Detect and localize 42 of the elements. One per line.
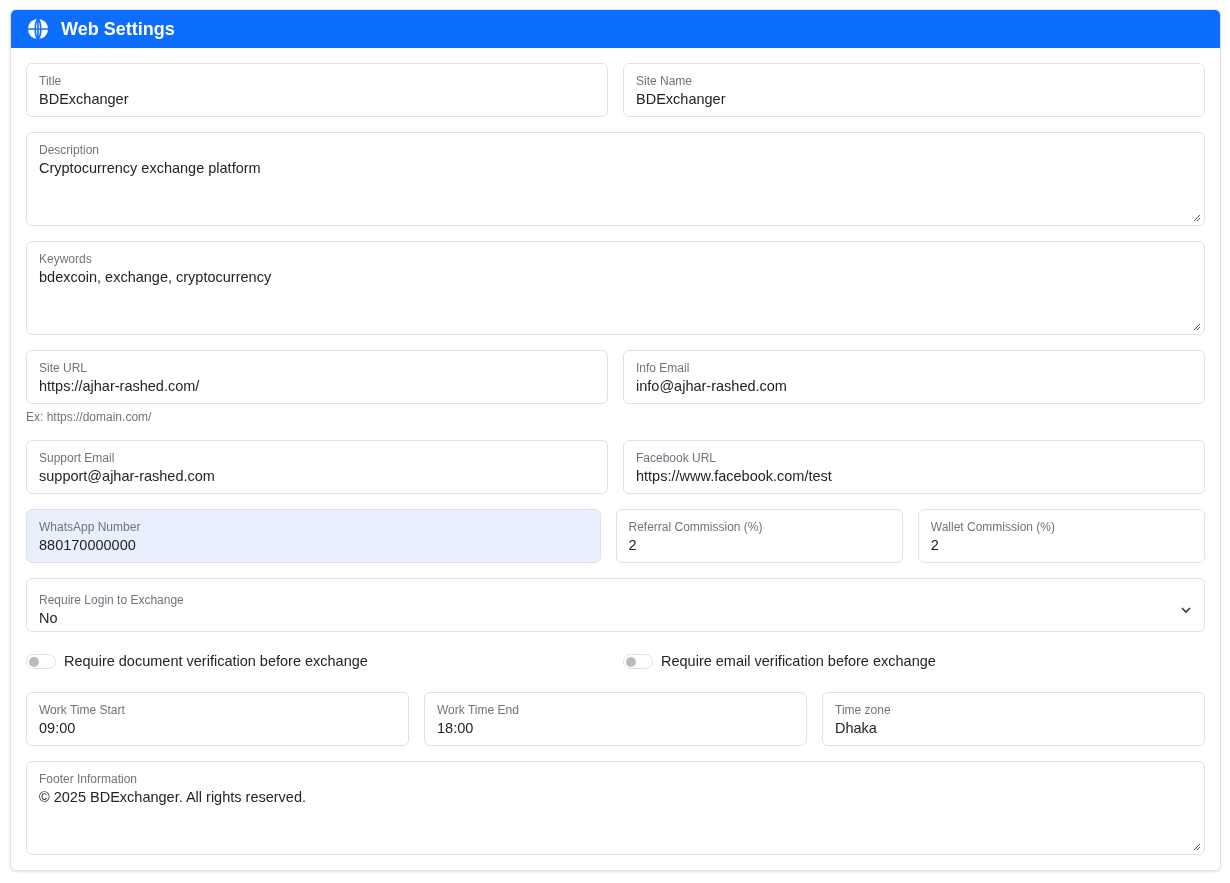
field-label: Title (39, 73, 63, 89)
input-field[interactable]: Support Email support@ajhar-rashed.com (26, 440, 608, 494)
toggle-switch[interactable] (623, 654, 653, 670)
resize-handle-icon[interactable] (1193, 842, 1201, 851)
field-label: Footer Information (39, 770, 139, 787)
field-label: Facebook URL (636, 450, 718, 466)
toggle-switch[interactable] (26, 654, 56, 670)
field-label: Description (39, 142, 101, 158)
resize-handle-icon[interactable] (1193, 214, 1201, 222)
text-area[interactable]: Keywords bdexcoin, exchange, cryptocurrency (26, 241, 1205, 335)
input-field[interactable]: Work Time End 18:00 (424, 691, 807, 746)
help-text: Ex: https://domain.com/ (26, 409, 153, 425)
field-label: Keywords (39, 251, 93, 267)
input-field[interactable]: Info Email info@ajhar-rashed.com (623, 350, 1205, 404)
field-label: Site URL (39, 360, 89, 376)
toggle-label: Require document verification before exchange (64, 652, 368, 671)
card-title: Web Settings (61, 17, 175, 41)
field-label: Require Login to Exchange (39, 591, 184, 608)
field-label: Work Time Start (39, 701, 126, 718)
globe-icon (27, 18, 49, 40)
field-label: Wallet Commission (%) (930, 519, 1056, 535)
input-field[interactable]: WhatsApp Number 880170000000 (26, 509, 601, 563)
field-label: Site Name (636, 73, 694, 89)
field-label: Info Email (636, 360, 691, 376)
input-field[interactable]: Referral Commission (%) 2 (615, 509, 903, 563)
text-area[interactable]: Description Cryptocurrency exchange platform (26, 132, 1205, 226)
input-field[interactable]: Site Name BDExchanger (623, 63, 1205, 117)
field-label: Referral Commission (%) (628, 519, 764, 535)
text-area[interactable]: Footer Information © 2025 BDExchanger. All rights reserved. (26, 760, 1205, 855)
input-field[interactable]: Facebook URL https://www.facebook.com/test (623, 440, 1205, 494)
field-label: WhatsApp Number (39, 519, 142, 535)
field-label: Time zone (835, 701, 892, 718)
field-label: Support Email (39, 450, 116, 466)
field-label: Work Time End (437, 701, 520, 718)
input-field[interactable]: Title BDExchanger (26, 63, 608, 117)
input-field[interactable]: Work Time Start 09:00 (26, 691, 409, 746)
input-field[interactable]: Wallet Commission (%) 2 (917, 509, 1205, 563)
input-field[interactable]: Time zone Dhaka (822, 691, 1205, 746)
input-field[interactable]: Site URL https://ajhar-rashed.com/ (26, 350, 608, 404)
resize-handle-icon[interactable] (1193, 323, 1201, 331)
toggle-label: Require email verification before exchange (661, 652, 936, 671)
select-field[interactable]: Require Login to Exchange No (26, 578, 1205, 632)
